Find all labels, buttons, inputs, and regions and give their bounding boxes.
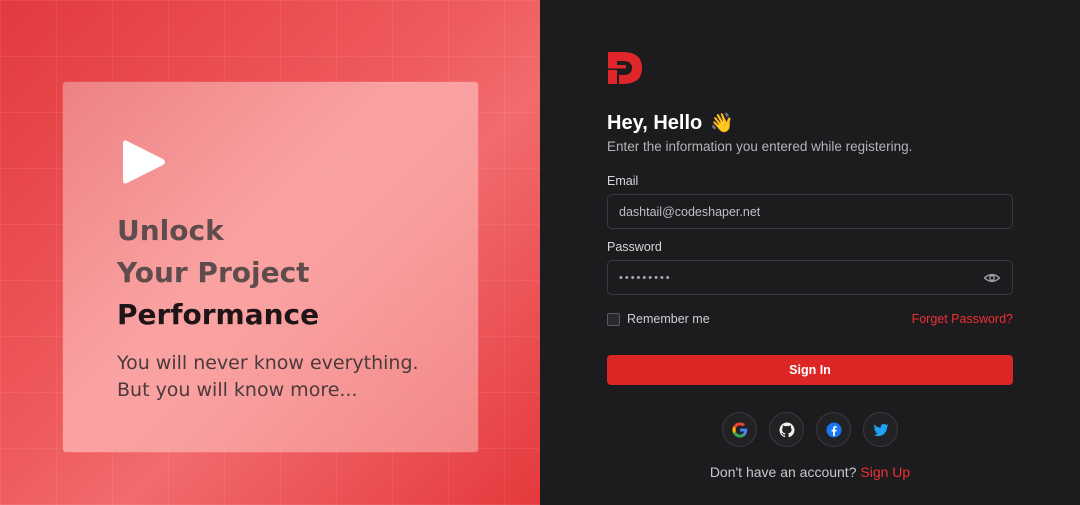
twitter-login-button[interactable]	[863, 412, 898, 447]
github-login-button[interactable]	[769, 412, 804, 447]
hero-heading-line-3: Performance	[117, 298, 320, 331]
hero-card: Unlock Your Project Performance You will…	[63, 82, 478, 452]
signup-prompt: Don't have an account? Sign Up	[540, 464, 1080, 480]
remember-me-label: Remember me	[627, 312, 710, 326]
hero-subtext-line-1: You will never know everything.	[117, 352, 419, 374]
facebook-login-button[interactable]	[816, 412, 851, 447]
sign-in-button[interactable]: Sign In	[607, 355, 1013, 385]
hero-subtext-line-2: But you will know more...	[117, 379, 358, 401]
github-icon	[779, 422, 794, 437]
no-account-text: Don't have an account?	[709, 464, 857, 480]
password-field[interactable]	[619, 271, 983, 284]
remember-me-checkbox[interactable]	[607, 312, 620, 326]
twitter-icon	[873, 423, 888, 436]
password-field-wrapper	[607, 260, 1013, 295]
email-label: Email	[607, 174, 639, 188]
hero-panel: Unlock Your Project Performance You will…	[0, 0, 540, 505]
greeting-text: Hey, Hello	[607, 111, 703, 134]
eye-icon[interactable]	[983, 269, 1001, 287]
play-icon	[123, 140, 165, 184]
hero-heading-line-1: Unlock	[117, 214, 224, 247]
login-page: Unlock Your Project Performance You will…	[0, 0, 1080, 505]
greeting-title: Hey, Hello 👋	[607, 111, 734, 135]
email-field[interactable]	[619, 204, 1001, 219]
sign-up-link[interactable]: Sign Up	[860, 464, 910, 480]
login-form-panel: Hey, Hello 👋 Enter the information you e…	[540, 0, 1080, 505]
hero-subtext: You will never know everything. But you …	[117, 350, 457, 404]
hero-heading-line-2: Your Project	[117, 256, 310, 289]
social-login-row	[722, 412, 898, 447]
google-login-button[interactable]	[722, 412, 757, 447]
remember-me[interactable]: Remember me	[607, 312, 710, 326]
forgot-password-link[interactable]: Forget Password?	[912, 312, 1013, 326]
greeting-subtitle: Enter the information you entered while …	[607, 139, 913, 154]
password-label: Password	[607, 240, 662, 254]
email-field-wrapper	[607, 194, 1013, 229]
waving-hand-icon: 👋	[710, 113, 734, 134]
facebook-icon	[826, 422, 841, 437]
google-icon	[732, 422, 747, 437]
hero-heading: Unlock Your Project Performance	[117, 210, 319, 336]
brand-logo-icon	[608, 52, 642, 84]
